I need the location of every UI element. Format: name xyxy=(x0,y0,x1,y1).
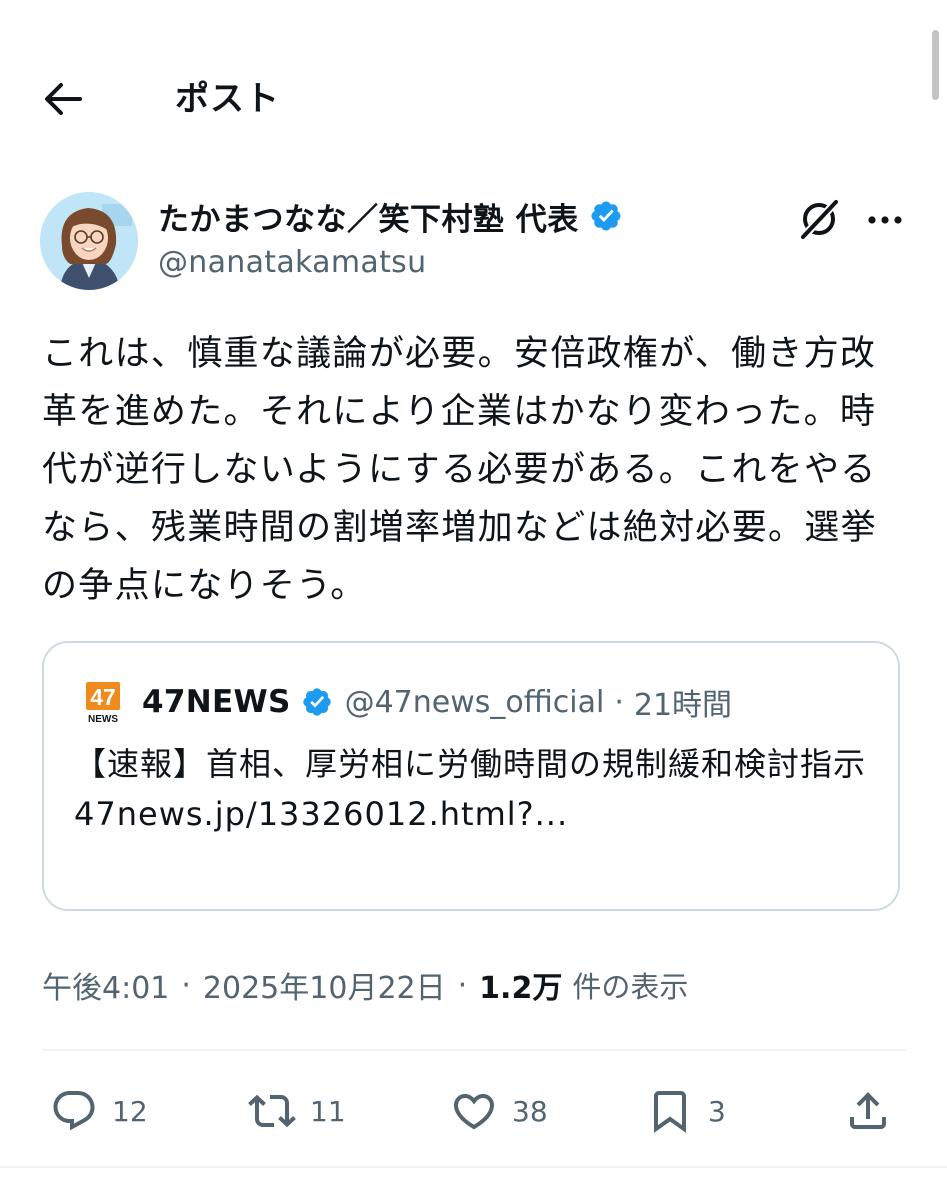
quoted-post-body: 【速報】首相、厚労相に労働時間の規制緩和検討指示 47news.jp/13326… xyxy=(74,739,874,839)
quoted-author-row: 47NEWS @47news_official · 21時間 xyxy=(142,679,732,725)
author-avatar[interactable] xyxy=(40,192,138,290)
verified-badge-icon xyxy=(591,201,621,231)
author-handle[interactable]: @nanatakamatsu xyxy=(158,245,426,280)
divider xyxy=(0,1166,947,1168)
more-options-button[interactable] xyxy=(862,200,908,240)
separator-dot: · xyxy=(457,967,468,1003)
separator-dot: · xyxy=(181,967,191,1003)
verified-badge-icon xyxy=(302,688,331,716)
grok-button[interactable] xyxy=(796,196,842,242)
post-date[interactable]: 2025年10月22日 xyxy=(203,963,446,1007)
svg-text:47: 47 xyxy=(90,684,116,710)
action-bar: 12 11 38 3 xyxy=(0,1082,947,1140)
reply-count: 12 xyxy=(112,1094,148,1128)
heart-icon xyxy=(453,1094,495,1130)
reply-button[interactable]: 12 xyxy=(50,1082,148,1140)
divider xyxy=(42,1049,906,1051)
quoted-author-name: 47NEWS xyxy=(142,684,291,720)
quoted-author-handle: @47news_official xyxy=(344,684,605,720)
like-count: 38 xyxy=(512,1094,548,1128)
post-text: これは、慎重な議論が必要。安倍政権が、働き方改革を進めた。それにより企業はかなり… xyxy=(42,334,877,606)
reply-icon xyxy=(53,1091,95,1131)
share-button[interactable] xyxy=(844,1082,892,1140)
author-name[interactable]: たかまつなな／笑下村塾 代表 xyxy=(158,194,579,239)
share-icon xyxy=(850,1092,886,1129)
quoted-post-card[interactable]: 47 NEWS 47NEWS @47news_official · 21時間 【… xyxy=(42,641,900,911)
post-meta: 午後4:01 · 2025年10月22日 · 1.2万 件の表示 xyxy=(42,960,688,1010)
47news-logo-icon: 47 NEWS xyxy=(86,682,120,725)
page-title: ポスト xyxy=(175,79,280,119)
separator-dot: · xyxy=(614,684,624,720)
47news-logo: 47 NEWS xyxy=(84,681,122,725)
bookmark-count: 3 xyxy=(708,1094,726,1128)
back-button[interactable] xyxy=(38,76,88,122)
arrow-left-icon xyxy=(45,83,82,115)
author-name-row[interactable]: たかまつなな／笑下村塾 代表 xyxy=(158,193,623,239)
quoted-post-link[interactable]: 47news.jp/13326012.html?... xyxy=(74,789,874,839)
bookmark-icon xyxy=(654,1091,686,1133)
repost-button[interactable]: 11 xyxy=(248,1082,346,1140)
svg-text:NEWS: NEWS xyxy=(88,714,118,725)
post-time[interactable]: 午後4:01 xyxy=(42,963,169,1007)
quoted-post-text: 【速報】首相、厚労相に労働時間の規制緩和検討指示 xyxy=(74,745,867,783)
repost-count: 11 xyxy=(310,1094,346,1128)
bookmark-button[interactable]: 3 xyxy=(646,1082,726,1140)
like-button[interactable]: 38 xyxy=(450,1082,548,1140)
grok-icon xyxy=(801,199,839,239)
repost-icon xyxy=(248,1094,296,1128)
more-dots-icon xyxy=(868,216,902,224)
avatar-photo-icon xyxy=(40,192,138,290)
views-count[interactable]: 1.2万 xyxy=(479,963,562,1007)
quoted-post-time: 21時間 xyxy=(633,688,733,723)
page-header: ポスト xyxy=(0,62,947,138)
views-label[interactable]: 件の表示 xyxy=(572,964,688,1006)
